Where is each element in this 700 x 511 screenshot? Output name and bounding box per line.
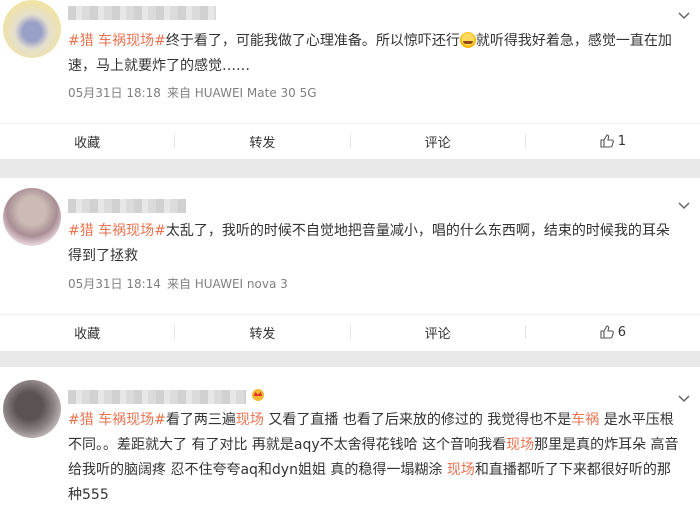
topic-link[interactable]: #猎 车祸现场# [68,412,166,428]
post-time[interactable]: 05月31日 18:18 [68,86,161,100]
thumbs-up-icon [600,325,614,339]
username-blurred[interactable] [68,6,216,20]
avatar[interactable] [3,0,61,58]
avatar[interactable] [3,380,61,438]
like-button[interactable]: 1 [526,123,700,159]
keyword-highlight: 现场 [235,412,264,428]
laughing-crying-emoji-icon [459,32,476,48]
thumbs-up-icon [600,134,614,148]
username-blurred[interactable] [68,390,246,404]
repost-button[interactable]: 转发 [175,123,349,159]
chevron-down-icon[interactable] [678,198,690,214]
keyword-highlight: 现场 [446,462,475,478]
comment-button[interactable]: 评论 [351,123,525,159]
repost-button[interactable]: 转发 [175,314,349,350]
post-source: 来自 HUAWEI Mate 30 5G [166,86,317,100]
avatar[interactable] [3,188,61,246]
topic-link[interactable]: #猎 车祸现场# [68,223,166,239]
post-text: #猎 车祸现场#终于看了，可能我做了心理准备。所以惊吓还行 就听得我好着急，感觉一… [68,32,672,74]
post-text: #猎 车祸现场#太乱了，我听的时候不自觉地把音量减小，唱的什么东西啊，结束的时候… [68,223,670,264]
post-text: #猎 车祸现场#看了两三遍现场 又看了直播 也看了后来放的修过的 我觉得也不是车… [68,412,679,503]
crown-icon [250,387,266,405]
comment-button[interactable]: 评论 [351,314,525,350]
post-meta: 05月31日 18:18 来自 HUAWEI Mate 30 5G [68,84,323,101]
topic-link[interactable]: #猎 车祸现场# [68,33,166,49]
like-count: 1 [617,133,627,149]
weibo-post: #猎 车祸现场#终于看了，可能我做了心理准备。所以惊吓还行 就听得我好着急，感觉一… [0,0,700,159]
collect-button[interactable]: 收藏 [0,314,174,350]
action-bar: 收藏 转发 评论 1 [0,123,700,159]
post-source: 来自 HUAWEI nova 3 [166,277,288,291]
chevron-down-icon[interactable] [678,391,690,407]
keyword-highlight: 现场 [506,437,535,453]
action-bar: 收藏 转发 评论 6 [0,314,700,350]
weibo-post: #猎 车祸现场#看了两三遍现场 又看了直播 也看了后来放的修过的 我觉得也不是车… [0,367,700,511]
username-blurred[interactable] [68,199,186,213]
like-count: 6 [617,324,627,340]
collect-button[interactable]: 收藏 [0,123,174,159]
chevron-down-icon[interactable] [678,8,690,24]
post-meta: 05月31日 18:14 来自 HUAWEI nova 3 [68,275,294,292]
post-time[interactable]: 05月31日 18:14 [68,277,161,291]
like-button[interactable]: 6 [526,314,700,350]
keyword-highlight: 车祸 [571,412,600,428]
weibo-post: #猎 车祸现场#太乱了，我听的时候不自觉地把音量减小，唱的什么东西啊，结束的时候… [0,178,700,351]
